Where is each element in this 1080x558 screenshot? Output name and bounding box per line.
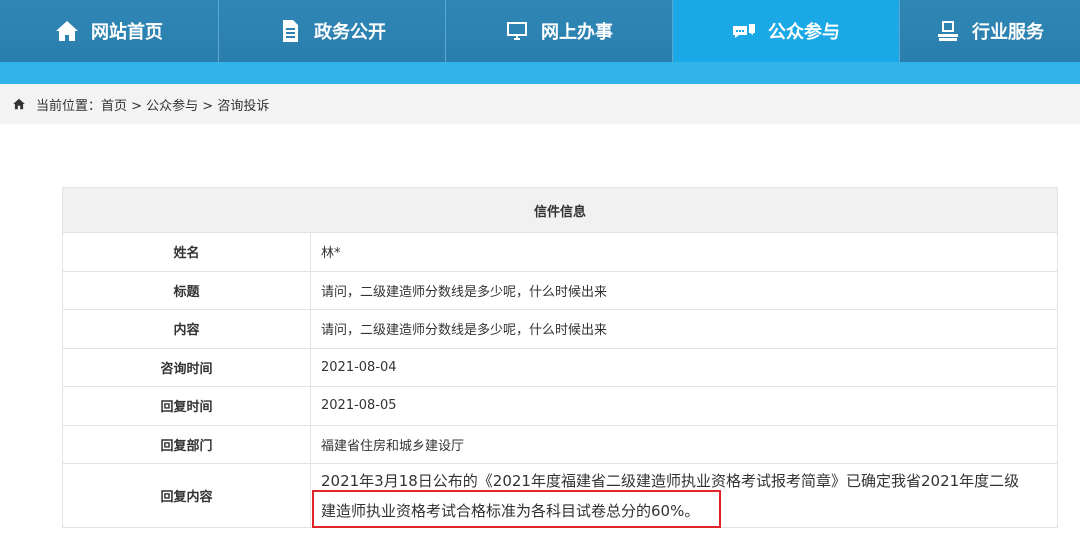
- row-label: 回复部门: [62, 424, 311, 464]
- table-row: 内容 请问，二级建造师分数线是多少呢，什么时候出来: [62, 309, 1058, 349]
- nav-industry-service-label: 行业服务: [972, 22, 1044, 43]
- nav-online-service-label: 网上办事: [541, 22, 613, 43]
- nav-industry-service[interactable]: 行业服务: [900, 0, 1080, 62]
- nav-home[interactable]: 网站首页: [0, 0, 219, 62]
- reply-content: 2021年3月18日公布的《2021年度福建省二级建造师执业资格考试报考简章》已…: [310, 463, 1058, 528]
- row-label: 咨询时间: [62, 347, 311, 387]
- document-icon: [283, 20, 298, 42]
- nav-accent-stripe: [0, 62, 1080, 84]
- reply-line-2: 建造师执业资格考试合格标准为各科目试卷总分的60%。: [321, 501, 700, 520]
- table-row: 回复时间 2021-08-05: [62, 386, 1058, 426]
- reply-label: 回复内容: [62, 463, 311, 528]
- row-label: 姓名: [62, 232, 311, 272]
- nav-public-affairs[interactable]: 政务公开: [219, 0, 446, 62]
- person-desk-icon: [938, 21, 958, 41]
- row-value: 福建省住房和城乡建设厅: [310, 424, 1058, 464]
- home-icon: [13, 98, 25, 110]
- row-value: 2021-08-05: [310, 386, 1058, 426]
- reply-line-1: 2021年3月18日公布的《2021年度福建省二级建造师执业资格考试报考简章》已…: [321, 471, 1020, 490]
- row-label: 回复时间: [62, 386, 311, 426]
- chat-icon: [733, 24, 755, 38]
- nav-public-participation-label: 公众参与: [768, 22, 840, 43]
- row-label: 内容: [62, 309, 311, 349]
- nav-public-participation[interactable]: 公众参与: [673, 0, 900, 62]
- letter-info-table: 信件信息 姓名 林* 标题 请问，二级建造师分数线是多少呢，什么时候出来 内容 …: [62, 187, 1058, 528]
- nav-online-service[interactable]: 网上办事: [446, 0, 673, 62]
- table-row: 姓名 林*: [62, 232, 1058, 272]
- nav-home-label: 网站首页: [91, 22, 163, 43]
- home-icon: [56, 21, 78, 41]
- row-value: 2021-08-04: [310, 347, 1058, 387]
- table-row: 咨询时间 2021-08-04: [62, 347, 1058, 387]
- top-nav: 网站首页 政务公开 网上办事 公众参与 行业服务: [0, 0, 1080, 62]
- table-header: 信件信息: [62, 187, 1058, 233]
- reply-row: 回复内容 2021年3月18日公布的《2021年度福建省二级建造师执业资格考试报…: [62, 463, 1058, 528]
- row-value: 请问，二级建造师分数线是多少呢，什么时候出来: [310, 270, 1058, 310]
- table-row: 回复部门 福建省住房和城乡建设厅: [62, 424, 1058, 464]
- breadcrumb: 当前位置：首页 > 公众参与 > 咨询投诉: [0, 84, 1080, 124]
- monitor-icon: [507, 22, 527, 40]
- row-value: 请问，二级建造师分数线是多少呢，什么时候出来: [310, 309, 1058, 349]
- breadcrumb-text: 当前位置：首页 > 公众参与 > 咨询投诉: [36, 98, 270, 114]
- row-value: 林*: [310, 232, 1058, 272]
- table-row: 标题 请问，二级建造师分数线是多少呢，什么时候出来: [62, 270, 1058, 310]
- row-label: 标题: [62, 270, 311, 310]
- nav-public-affairs-label: 政务公开: [314, 22, 386, 43]
